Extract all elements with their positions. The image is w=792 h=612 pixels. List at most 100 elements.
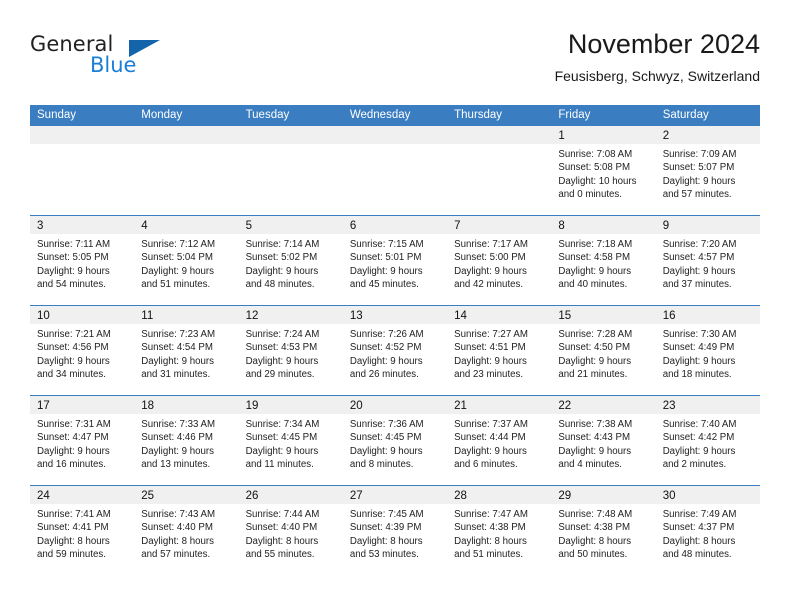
brand-logo[interactable]: General Blue (30, 32, 210, 88)
day-cell[interactable]: 30 Sunrise: 7:49 AM Sunset: 4:37 PM Dayligh… (655, 486, 760, 575)
weekday-header-wednesday: Wednesday (349, 109, 411, 121)
sunrise-text: Sunrise: 7:26 AM (349, 329, 424, 340)
day-cell[interactable]: 18 Sunrise: 7:33 AM Sunset: 4:46 PM Dayligh… (134, 396, 239, 485)
daylight-text-line1: Daylight: 9 hours (454, 355, 527, 367)
sunset-text: Sunset: 5:02 PM (245, 252, 318, 264)
day-cell-empty (447, 126, 552, 215)
daylight-text-line2: and 16 minutes. (37, 458, 106, 470)
daylight-text-line1: Daylight: 9 hours (37, 265, 110, 277)
daylight-text-line1: Daylight: 8 hours (37, 535, 110, 547)
day-number: 11 (141, 310, 154, 322)
day-cell[interactable]: 2 Sunrise: 7:09 AM Sunset: 5:07 PM Daylight… (655, 126, 760, 215)
day-number-band: 10 (30, 306, 135, 324)
day-cell[interactable]: 15 Sunrise: 7:28 AM Sunset: 4:50 PM Dayligh… (551, 306, 656, 395)
day-details: Sunrise: 7:45 AM Sunset: 4:39 PM Daylight:… (343, 504, 447, 561)
day-number: 4 (141, 220, 148, 232)
sunrise-text: Sunrise: 7:33 AM (141, 419, 216, 430)
sunrise-text: Sunrise: 7:48 AM (558, 509, 633, 520)
daylight-text-line1: Daylight: 9 hours (662, 175, 736, 187)
sunset-text: Sunset: 4:53 PM (245, 342, 318, 354)
daylight-text-line1: Daylight: 9 hours (37, 445, 110, 457)
daylight-text-line2: and 37 minutes. (662, 278, 732, 290)
day-number-band: 22 (551, 396, 656, 414)
day-details: Sunrise: 7:18 AM Sunset: 4:58 PM Daylight:… (551, 234, 655, 291)
day-details: Sunrise: 7:23 AM Sunset: 4:54 PM Daylight:… (134, 324, 238, 381)
daylight-text-line2: and 57 minutes. (141, 548, 211, 560)
daylight-text-line1: Daylight: 9 hours (141, 355, 214, 367)
day-cell[interactable]: 23 Sunrise: 7:40 AM Sunset: 4:42 PM Dayligh… (655, 396, 760, 485)
day-cell[interactable]: 26 Sunrise: 7:44 AM Sunset: 4:40 PM Dayligh… (238, 486, 343, 575)
daylight-text-line2: and 13 minutes. (141, 458, 211, 470)
day-cell[interactable]: 13 Sunrise: 7:26 AM Sunset: 4:52 PM Dayligh… (342, 306, 448, 395)
calendar-week-row: 24 Sunrise: 7:41 AM Sunset: 4:41 PM Dayligh… (30, 485, 760, 575)
day-cell[interactable]: 24 Sunrise: 7:41 AM Sunset: 4:41 PM Dayligh… (30, 486, 135, 575)
day-cell[interactable]: 5 Sunrise: 7:14 AM Sunset: 5:02 PM Daylight… (238, 216, 343, 305)
daylight-text-line2: and 4 minutes. (558, 458, 622, 470)
day-cell[interactable]: 27 Sunrise: 7:45 AM Sunset: 4:39 PM Dayligh… (342, 486, 448, 575)
sunrise-text: Sunrise: 7:09 AM (662, 149, 737, 160)
daylight-text-line1: Daylight: 9 hours (37, 355, 110, 367)
daylight-text-line1: Daylight: 9 hours (662, 355, 736, 367)
sunset-text: Sunset: 4:39 PM (349, 522, 422, 534)
day-cell[interactable]: 22 Sunrise: 7:38 AM Sunset: 4:43 PM Dayligh… (551, 396, 656, 485)
day-details: Sunrise: 7:41 AM Sunset: 4:41 PM Daylight:… (30, 504, 134, 561)
daylight-text-line2: and 48 minutes. (662, 548, 732, 560)
day-cell[interactable]: 11 Sunrise: 7:23 AM Sunset: 4:54 PM Dayligh… (134, 306, 239, 395)
sunset-text: Sunset: 4:58 PM (558, 252, 631, 264)
day-number: 29 (558, 490, 572, 502)
day-cell[interactable]: 29 Sunrise: 7:48 AM Sunset: 4:38 PM Dayligh… (551, 486, 656, 575)
day-cell[interactable]: 4 Sunrise: 7:12 AM Sunset: 5:04 PM Daylight… (134, 216, 239, 305)
day-cell[interactable]: 16 Sunrise: 7:30 AM Sunset: 4:49 PM Dayligh… (655, 306, 760, 395)
day-number-band: 13 (342, 306, 448, 324)
weekday-header-saturday: Saturday (662, 109, 709, 121)
day-number-band: 15 (551, 306, 656, 324)
day-details: Sunrise: 7:28 AM Sunset: 4:50 PM Daylight:… (551, 324, 655, 381)
day-number-band: 28 (447, 486, 552, 504)
daylight-text-line2: and 42 minutes. (454, 278, 524, 290)
day-number-band: 2 (655, 126, 760, 144)
daylight-text-line1: Daylight: 9 hours (558, 445, 632, 457)
daylight-text-line2: and 29 minutes. (245, 368, 315, 380)
day-cell[interactable]: 6 Sunrise: 7:15 AM Sunset: 5:01 PM Daylight… (342, 216, 448, 305)
daylight-text-line1: Daylight: 9 hours (454, 265, 527, 277)
day-details: Sunrise: 7:40 AM Sunset: 4:42 PM Daylight:… (656, 414, 760, 471)
day-number-band: 26 (238, 486, 343, 504)
day-cell[interactable]: 21 Sunrise: 7:37 AM Sunset: 4:44 PM Dayligh… (447, 396, 552, 485)
day-cell[interactable]: 9 Sunrise: 7:20 AM Sunset: 4:57 PM Daylight… (655, 216, 760, 305)
day-cell[interactable]: 1 Sunrise: 7:08 AM Sunset: 5:08 PM Daylight… (551, 126, 656, 215)
day-cell[interactable]: 10 Sunrise: 7:21 AM Sunset: 4:56 PM Dayligh… (30, 306, 135, 395)
day-cell[interactable]: 7 Sunrise: 7:17 AM Sunset: 5:00 PM Daylight… (447, 216, 552, 305)
sunset-text: Sunset: 4:42 PM (662, 432, 735, 444)
day-cell[interactable]: 20 Sunrise: 7:36 AM Sunset: 4:45 PM Dayligh… (342, 396, 448, 485)
page-title: November 2024 (567, 29, 760, 59)
day-cell[interactable]: 8 Sunrise: 7:18 AM Sunset: 4:58 PM Daylight… (551, 216, 656, 305)
day-cell[interactable]: 3 Sunrise: 7:11 AM Sunset: 5:05 PM Daylight… (30, 216, 135, 305)
day-details (239, 144, 343, 148)
daylight-text-line1: Daylight: 9 hours (558, 355, 632, 367)
day-cell[interactable]: 12 Sunrise: 7:24 AM Sunset: 4:53 PM Dayligh… (238, 306, 343, 395)
calendar-week-row: 1 Sunrise: 7:08 AM Sunset: 5:08 PM Daylight… (30, 126, 760, 215)
sunrise-text: Sunrise: 7:44 AM (245, 509, 320, 520)
weekday-header-friday: Friday (558, 109, 591, 121)
sunset-text: Sunset: 4:40 PM (141, 522, 213, 534)
day-details: Sunrise: 7:21 AM Sunset: 4:56 PM Daylight:… (30, 324, 134, 381)
sunrise-text: Sunrise: 7:45 AM (349, 509, 424, 520)
day-number-band: 9 (655, 216, 760, 234)
daylight-text-line2: and 31 minutes. (141, 368, 211, 380)
day-details: Sunrise: 7:31 AM Sunset: 4:47 PM Daylight:… (30, 414, 134, 471)
sunrise-text: Sunrise: 7:21 AM (37, 329, 111, 340)
day-cell[interactable]: 25 Sunrise: 7:43 AM Sunset: 4:40 PM Dayligh… (134, 486, 239, 575)
daylight-text-line2: and 53 minutes. (349, 548, 419, 560)
day-cell[interactable]: 17 Sunrise: 7:31 AM Sunset: 4:47 PM Dayligh… (30, 396, 135, 485)
sunset-text: Sunset: 4:38 PM (454, 522, 526, 534)
weekday-header-row: Sunday Monday Tuesday Wednesday Thursday Frid… (30, 105, 760, 126)
daylight-text-line2: and 55 minutes. (245, 548, 315, 560)
daylight-text-line1: Daylight: 9 hours (141, 445, 214, 457)
sunset-text: Sunset: 4:52 PM (349, 342, 422, 354)
day-details: Sunrise: 7:15 AM Sunset: 5:01 PM Daylight:… (343, 234, 447, 291)
day-number: 17 (37, 400, 50, 412)
day-cell[interactable]: 14 Sunrise: 7:27 AM Sunset: 4:51 PM Dayligh… (447, 306, 552, 395)
day-cell[interactable]: 19 Sunrise: 7:34 AM Sunset: 4:45 PM Dayligh… (238, 396, 343, 485)
daylight-text-line1: Daylight: 9 hours (558, 265, 632, 277)
day-cell[interactable]: 28 Sunrise: 7:47 AM Sunset: 4:38 PM Dayligh… (447, 486, 552, 575)
